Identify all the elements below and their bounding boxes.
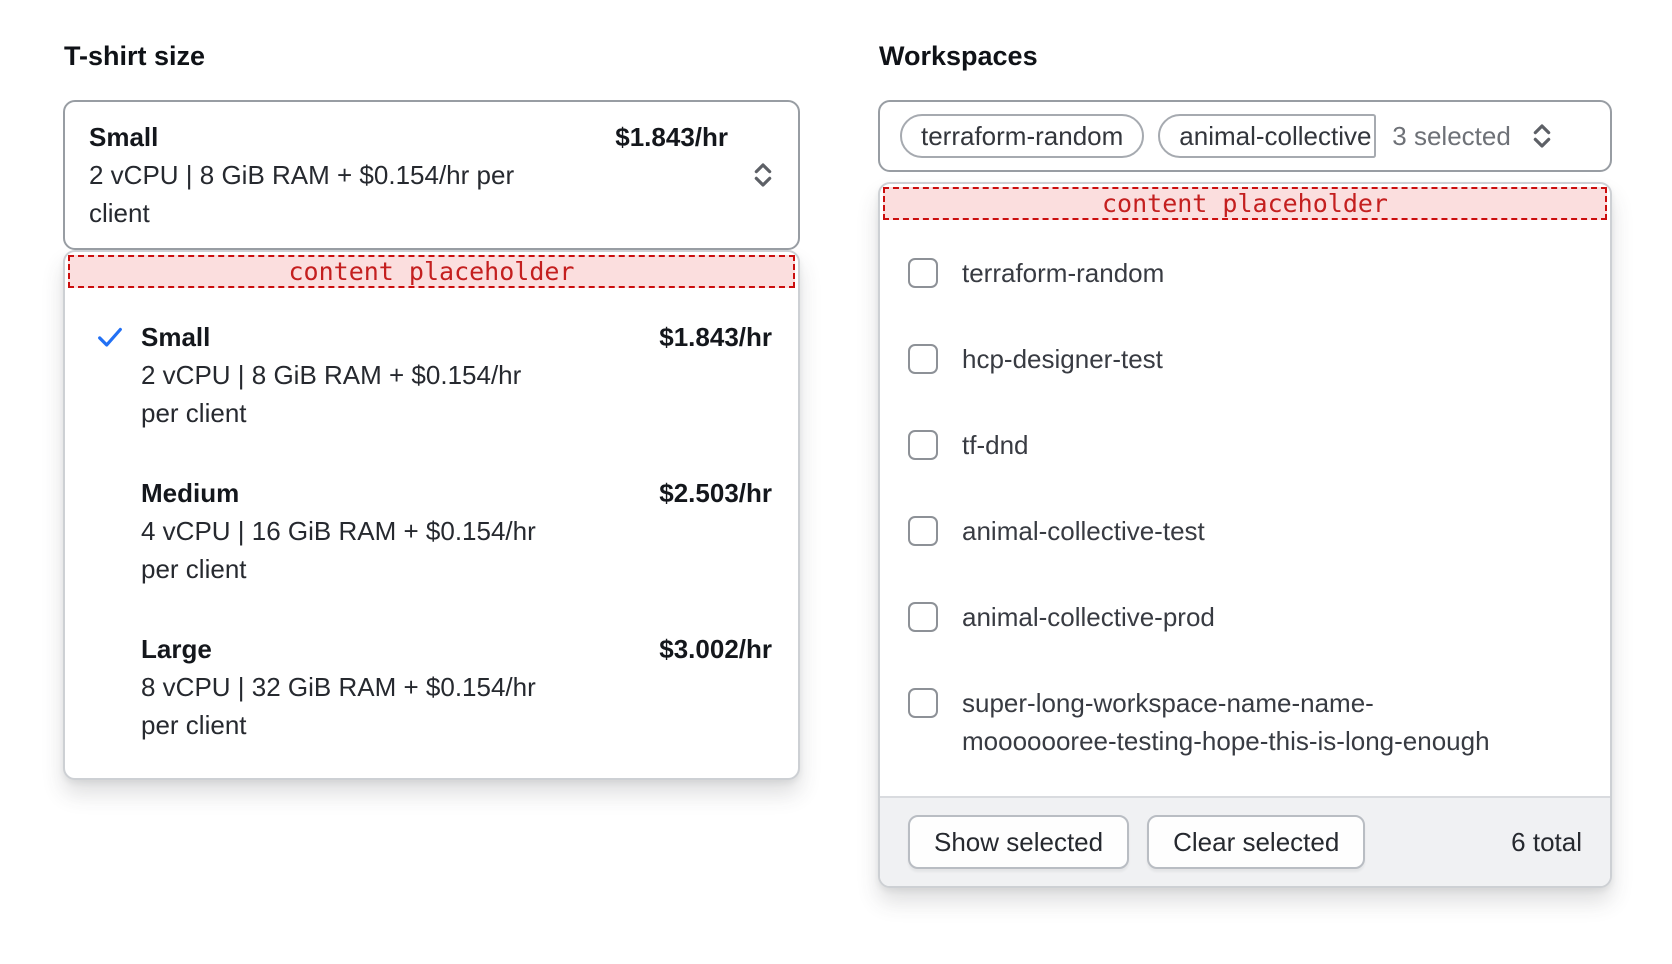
checkbox-unchecked[interactable] (908, 430, 938, 460)
content-placeholder-bar: content placeholder (883, 187, 1607, 220)
option-price: $3.002/hr (659, 630, 772, 668)
option-description: 8 vCPU | 32 GiB RAM + $0.154/hr per clie… (141, 668, 541, 744)
check-icon (95, 318, 129, 432)
option-title: Large (141, 630, 212, 668)
workspace-option-label: animal-collective-test (962, 512, 1205, 550)
page: T-shirt size Small $1.843/hr 2 vCPU | 8 … (0, 0, 1672, 888)
dropdown-footer: Show selected Clear selected 6 total (880, 796, 1610, 886)
tshirt-size-section: T-shirt size Small $1.843/hr 2 vCPU | 8 … (63, 40, 800, 888)
tshirt-option-small[interactable]: Small $1.843/hr 2 vCPU | 8 GiB RAM + $0.… (95, 318, 772, 432)
workspace-option-animal-collective-test[interactable]: animal-collective-test (880, 488, 1610, 574)
clear-selected-button[interactable]: Clear selected (1147, 815, 1365, 869)
check-placeholder (95, 630, 129, 744)
tshirt-size-label: T-shirt size (64, 40, 800, 72)
workspaces-select-trigger[interactable]: terraform-random animal-collective 3 sel… (878, 100, 1612, 172)
check-placeholder (95, 474, 129, 588)
workspace-tag-animal-collective[interactable]: animal-collective (1158, 114, 1376, 158)
tshirt-select-trigger[interactable]: Small $1.843/hr 2 vCPU | 8 GiB RAM + $0.… (63, 100, 800, 250)
caret-up-down-icon (1525, 119, 1559, 153)
total-count: 6 total (1511, 827, 1582, 858)
content-placeholder-text: content placeholder (1102, 190, 1388, 218)
tshirt-option-large[interactable]: Large $3.002/hr 8 vCPU | 32 GiB RAM + $0… (95, 630, 772, 744)
workspace-option-label: hcp-designer-test (962, 340, 1163, 378)
tshirt-trigger-description: 2 vCPU | 8 GiB RAM + $0.154/hr per clien… (89, 156, 549, 232)
workspace-option-label: terraform-random (962, 254, 1164, 292)
tshirt-option-medium[interactable]: Medium $2.503/hr 4 vCPU | 16 GiB RAM + $… (95, 474, 772, 588)
checkbox-unchecked[interactable] (908, 602, 938, 632)
option-price: $2.503/hr (659, 474, 772, 512)
checkbox-unchecked[interactable] (908, 688, 938, 718)
workspace-option-animal-collective-prod[interactable]: animal-collective-prod (880, 574, 1610, 660)
tshirt-trigger-title: Small (89, 118, 158, 156)
workspace-option-label: animal-collective-prod (962, 598, 1215, 636)
tshirt-trigger-price: $1.843/hr (615, 118, 728, 156)
option-title: Small (141, 318, 210, 356)
checkbox-unchecked[interactable] (908, 516, 938, 546)
tshirt-options: Small $1.843/hr 2 vCPU | 8 GiB RAM + $0.… (65, 288, 798, 744)
workspace-option-terraform-random[interactable]: terraform-random (880, 230, 1610, 316)
show-selected-button[interactable]: Show selected (908, 815, 1129, 869)
option-body: Small $1.843/hr 2 vCPU | 8 GiB RAM + $0.… (141, 318, 772, 432)
caret-up-down-icon (746, 158, 780, 192)
checkbox-unchecked[interactable] (908, 344, 938, 374)
workspaces-dropdown: content placeholder terraform-random hcp… (878, 182, 1612, 888)
content-placeholder-bar: content placeholder (68, 255, 795, 288)
workspace-option-super-long-workspace[interactable]: super-long-workspace-name-name-moooooore… (880, 660, 1610, 784)
workspace-option-tf-dnd[interactable]: tf-dnd (880, 402, 1610, 488)
workspace-option-label: super-long-workspace-name-name-moooooore… (962, 684, 1510, 760)
workspace-tag-terraform-random[interactable]: terraform-random (900, 114, 1144, 158)
workspaces-section: Workspaces terraform-random animal-colle… (878, 40, 1612, 888)
content-placeholder-text: content placeholder (289, 258, 575, 286)
workspace-option-label: tf-dnd (962, 426, 1029, 464)
option-description: 2 vCPU | 8 GiB RAM + $0.154/hr per clien… (141, 356, 541, 432)
workspace-option-hcp-designer-test[interactable]: hcp-designer-test (880, 316, 1610, 402)
option-body: Large $3.002/hr 8 vCPU | 32 GiB RAM + $0… (141, 630, 772, 744)
checkbox-unchecked[interactable] (908, 258, 938, 288)
workspaces-option-list: terraform-random hcp-designer-test tf-dn… (880, 220, 1610, 796)
selected-count: 3 selected (1392, 121, 1511, 152)
tshirt-listbox: content placeholder Small $1.843/hr (63, 250, 800, 780)
tshirt-trigger-title-row: Small $1.843/hr (89, 118, 728, 156)
option-title: Medium (141, 474, 239, 512)
workspaces-label: Workspaces (879, 40, 1612, 72)
option-price: $1.843/hr (659, 318, 772, 356)
option-description: 4 vCPU | 16 GiB RAM + $0.154/hr per clie… (141, 512, 541, 588)
option-body: Medium $2.503/hr 4 vCPU | 16 GiB RAM + $… (141, 474, 772, 588)
